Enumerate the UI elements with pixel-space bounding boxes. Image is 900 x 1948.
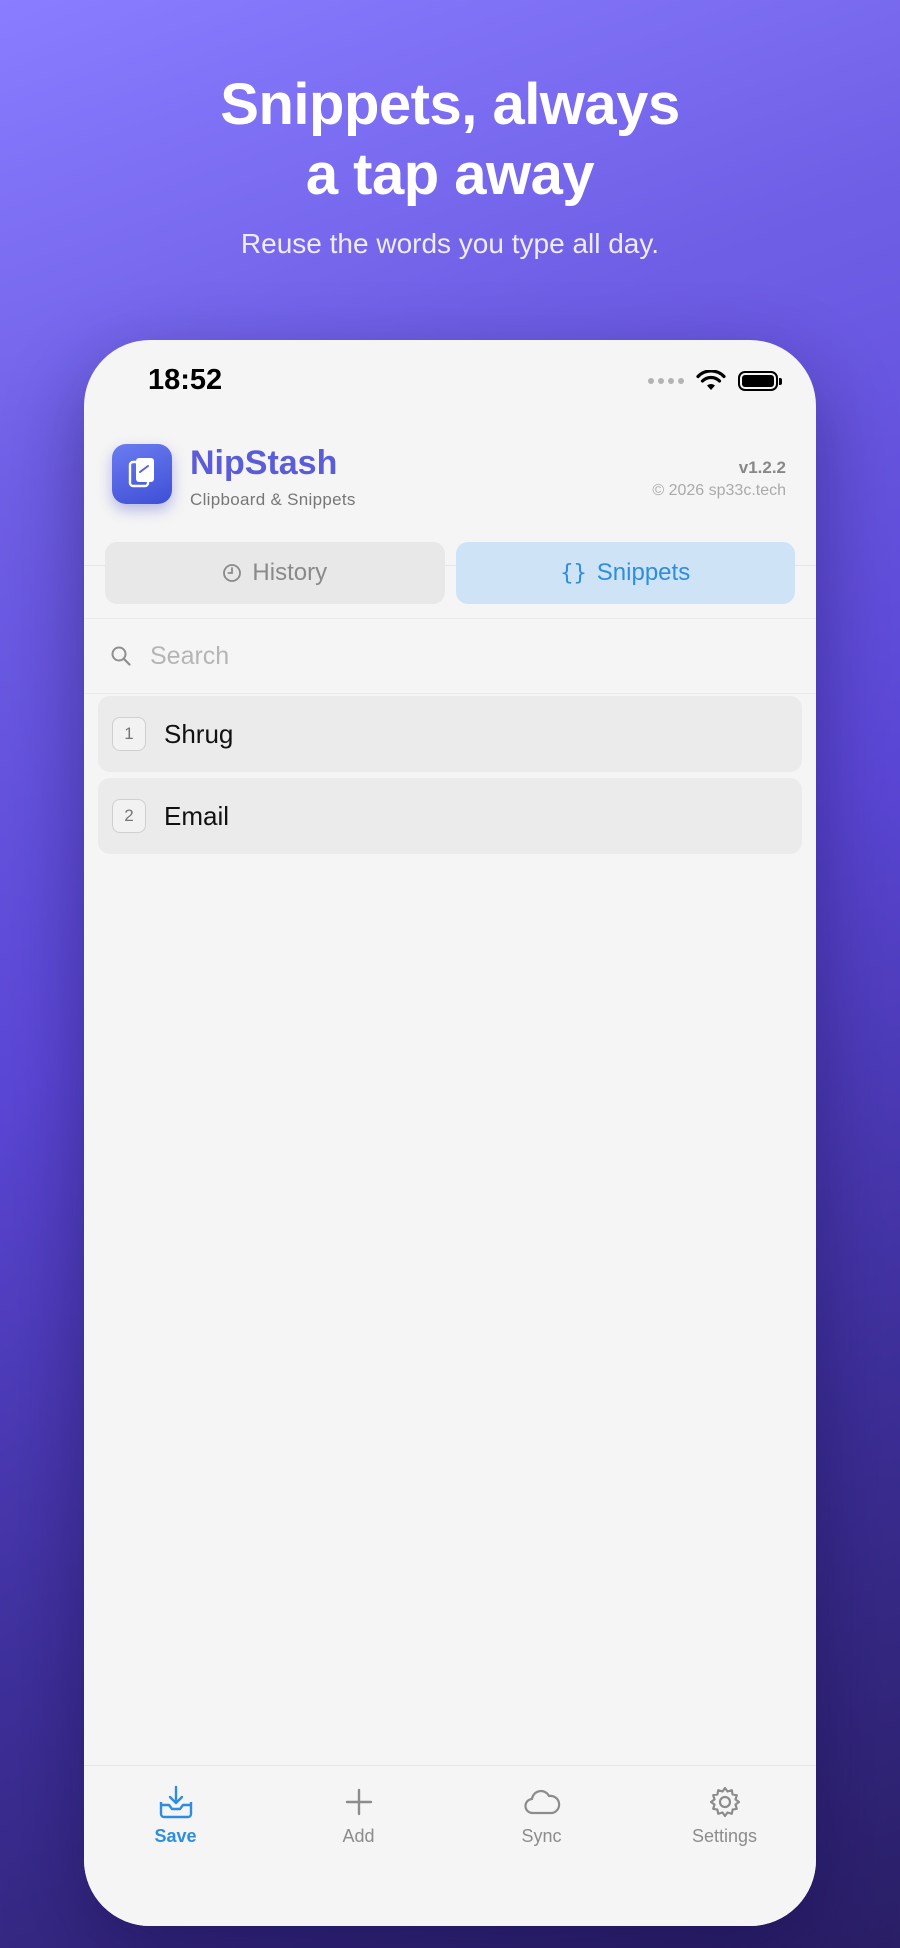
braces-icon: {} <box>560 560 587 586</box>
search-input[interactable] <box>148 640 652 672</box>
tabbar-settings-label: Settings <box>691 1826 758 1846</box>
phone-frame: 18:52 NipStash Clipboard & Snippets v1.2… <box>84 340 816 1926</box>
status-time: 18:52 <box>148 364 223 396</box>
tab-snippets-label: Snippets <box>596 559 691 586</box>
item-label: Email <box>164 800 230 831</box>
battery-icon <box>738 371 782 391</box>
bottom-tab-bar: Save Add Sync Settings <box>84 1765 816 1926</box>
tab-history[interactable]: History <box>105 542 445 604</box>
hero-title: Snippets, always a tap away <box>0 70 900 210</box>
list-item[interactable]: 1 Shrug <box>98 696 802 772</box>
item-label: Shrug <box>164 718 234 749</box>
cellular-signal-icon <box>648 378 684 384</box>
app-version: v1.2.2 <box>738 458 786 477</box>
status-bar: 18:52 <box>84 340 816 420</box>
tab-snippets[interactable]: {} Snippets <box>455 542 795 604</box>
wifi-icon <box>696 370 726 390</box>
tabbar-add[interactable]: Add <box>267 1766 450 1926</box>
gear-icon <box>709 1786 740 1818</box>
search-icon <box>110 645 132 667</box>
item-index-badge: 1 <box>112 717 146 751</box>
hero-title-line1: Snippets, always <box>220 72 680 137</box>
inbox-download-icon <box>159 1785 192 1819</box>
tabbar-save-label: Save <box>154 1826 197 1846</box>
item-index-badge: 2 <box>112 799 146 833</box>
hero-subtitle: Reuse the words you type all day. <box>240 228 660 259</box>
plus-icon <box>345 1788 372 1816</box>
tab-history-label: History <box>252 559 328 586</box>
cloud-icon <box>523 1789 560 1815</box>
app-tagline: Clipboard & Snippets <box>190 490 356 509</box>
tabbar-sync-label: Sync <box>521 1826 562 1846</box>
tabbar-save[interactable]: Save <box>84 1766 267 1926</box>
app-name: NipStash <box>190 444 338 482</box>
app-logo-icon <box>112 444 172 504</box>
tabbar-sync[interactable]: Sync <box>450 1766 633 1926</box>
hero: Snippets, always a tap away Reuse the wo… <box>0 70 900 260</box>
app-copyright: © 2026 sp33c.tech <box>652 482 786 499</box>
tabbar-add-label: Add <box>342 1826 375 1846</box>
snippet-list: 1 Shrug 2 Email <box>98 696 802 860</box>
hero-title-line2: a tap away <box>305 142 595 207</box>
search-bar <box>84 618 816 694</box>
tabbar-settings[interactable]: Settings <box>633 1766 816 1926</box>
list-item[interactable]: 2 Email <box>98 778 802 854</box>
status-icons <box>648 370 782 392</box>
clock-icon <box>223 564 242 582</box>
segmented-tabs: History {} Snippets <box>105 542 795 604</box>
